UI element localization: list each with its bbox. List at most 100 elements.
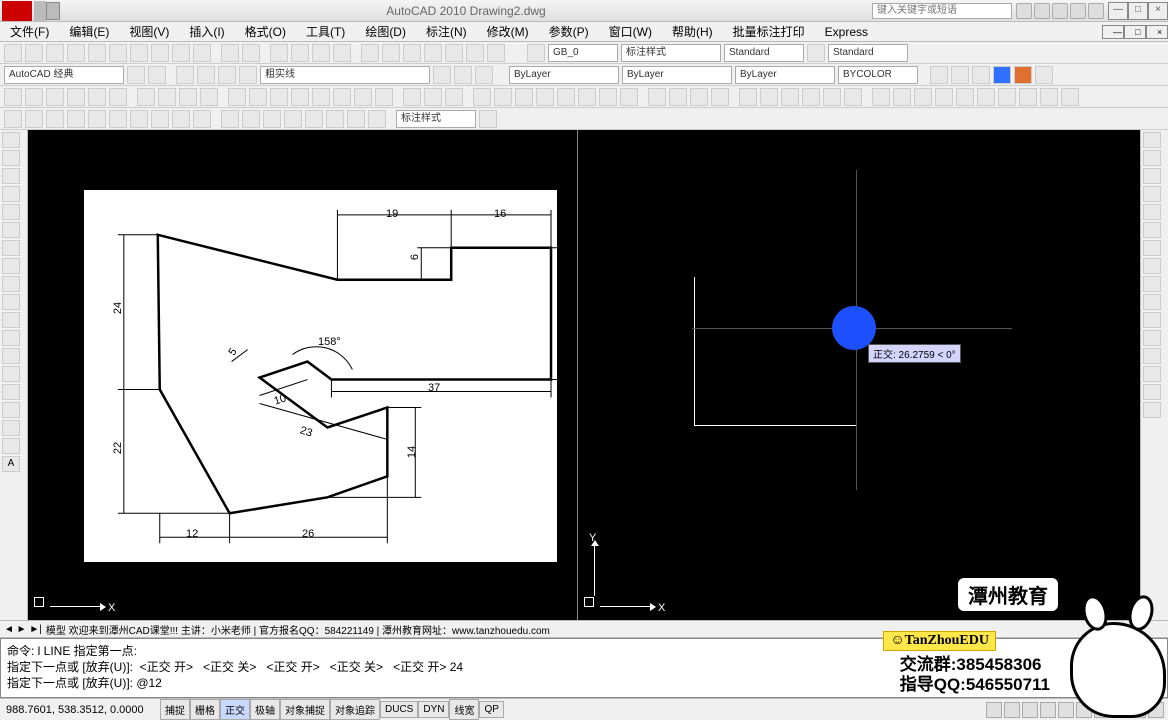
pan-btn[interactable]: [270, 44, 288, 62]
menu-window[interactable]: 窗口(W): [599, 23, 662, 40]
d7[interactable]: [354, 88, 372, 106]
menu-batch[interactable]: 批量标注打印: [723, 23, 815, 40]
mtext-tool[interactable]: A: [2, 456, 20, 472]
linetype-drop[interactable]: ByLayer: [622, 66, 732, 84]
tp-btn[interactable]: [403, 44, 421, 62]
region-tool[interactable]: [2, 420, 20, 436]
p1[interactable]: [4, 88, 22, 106]
layer-off-btn[interactable]: [239, 66, 257, 84]
preview-btn[interactable]: [88, 44, 106, 62]
dimstyle-drop[interactable]: 标注样式: [396, 110, 476, 128]
e6[interactable]: [760, 88, 778, 106]
p3[interactable]: [46, 88, 64, 106]
dim-edit[interactable]: [347, 110, 365, 128]
viewport-left[interactable]: 19 16 6 24 21 158° 5 10 37 23 14 22 12 2…: [28, 130, 578, 620]
p5[interactable]: [88, 88, 106, 106]
paste-btn[interactable]: [172, 44, 190, 62]
cut-btn[interactable]: [130, 44, 148, 62]
mleader-btn[interactable]: [807, 44, 825, 62]
layer-prev-btn[interactable]: [454, 66, 472, 84]
ann-scale-btn[interactable]: [1040, 702, 1056, 718]
layer-iso-btn[interactable]: [197, 66, 215, 84]
e8[interactable]: [802, 88, 820, 106]
scale-tool[interactable]: [1143, 258, 1161, 274]
grid-toggle[interactable]: 栅格: [190, 699, 220, 720]
table-style-drop[interactable]: Standard: [724, 44, 804, 62]
revcloud-tool[interactable]: [2, 258, 20, 274]
menu-express[interactable]: Express: [815, 25, 878, 39]
help-btn[interactable]: [1088, 3, 1104, 19]
bycolor-drop[interactable]: BYCOLOR: [838, 66, 918, 84]
d8[interactable]: [375, 88, 393, 106]
menu-tools[interactable]: 工具(T): [296, 23, 355, 40]
polar-toggle[interactable]: 极轴: [250, 699, 280, 720]
e10[interactable]: [844, 88, 862, 106]
copy-tool[interactable]: [1143, 150, 1161, 166]
copy-btn[interactable]: [151, 44, 169, 62]
point-tool[interactable]: [2, 366, 20, 382]
vp1-btn[interactable]: [930, 66, 948, 84]
vp3-btn[interactable]: [972, 66, 990, 84]
f4[interactable]: [935, 88, 953, 106]
join-tool[interactable]: [1143, 348, 1161, 364]
snap-toggle[interactable]: 捕捉: [160, 699, 190, 720]
f5[interactable]: [956, 88, 974, 106]
workspace-drop[interactable]: AutoCAD 经典: [4, 66, 124, 84]
f9[interactable]: [1040, 88, 1058, 106]
layer-freeze-btn[interactable]: [218, 66, 236, 84]
e1[interactable]: [648, 88, 666, 106]
p4[interactable]: [67, 88, 85, 106]
textstyle-btn[interactable]: [527, 44, 545, 62]
d9[interactable]: [403, 88, 421, 106]
f2[interactable]: [893, 88, 911, 106]
ortho-toggle[interactable]: 正交: [220, 699, 250, 720]
dim-dia[interactable]: [109, 110, 127, 128]
dim-insp[interactable]: [305, 110, 323, 128]
dim-jog[interactable]: [326, 110, 344, 128]
f3[interactable]: [914, 88, 932, 106]
xline-tool[interactable]: [2, 150, 20, 166]
quickview-btn[interactable]: [1004, 702, 1020, 718]
chamfer-tool[interactable]: [1143, 366, 1161, 382]
explode-tool[interactable]: [1143, 402, 1161, 418]
p9[interactable]: [179, 88, 197, 106]
zoom-rt-btn[interactable]: [291, 44, 309, 62]
erase-tool[interactable]: [1143, 132, 1161, 148]
mdi-minimize[interactable]: —: [1102, 25, 1124, 39]
minimize-button[interactable]: —: [1108, 2, 1128, 20]
e9[interactable]: [823, 88, 841, 106]
e7[interactable]: [781, 88, 799, 106]
app-logo[interactable]: [2, 1, 32, 21]
rect-tool[interactable]: [2, 204, 20, 220]
otrack-toggle[interactable]: 对象追踪: [330, 699, 380, 720]
insert-tool[interactable]: [2, 330, 20, 346]
ellipse-tool[interactable]: [2, 294, 20, 310]
menu-param[interactable]: 参数(P): [539, 23, 599, 40]
ws-settings-btn[interactable]: [127, 66, 145, 84]
dim-style-drop[interactable]: 标注样式: [621, 44, 721, 62]
s3[interactable]: [515, 88, 533, 106]
viewports[interactable]: 19 16 6 24 21 158° 5 10 37 23 14 22 12 2…: [28, 130, 1140, 620]
stretch-tool[interactable]: [1143, 276, 1161, 292]
hatch-tool[interactable]: [2, 384, 20, 400]
dim-tol[interactable]: [263, 110, 281, 128]
vp6-btn[interactable]: [1035, 66, 1053, 84]
qat-dropdown[interactable]: [46, 2, 60, 20]
maximize-button[interactable]: □: [1128, 2, 1148, 20]
match-btn[interactable]: [193, 44, 211, 62]
lwt-toggle[interactable]: 线宽: [449, 699, 479, 720]
f6[interactable]: [977, 88, 995, 106]
dim-space[interactable]: [221, 110, 239, 128]
mleader-style-drop[interactable]: Standard: [828, 44, 908, 62]
vp2-btn[interactable]: [951, 66, 969, 84]
dim-update[interactable]: [479, 110, 497, 128]
d10[interactable]: [424, 88, 442, 106]
dim-rad[interactable]: [88, 110, 106, 128]
dim-linear[interactable]: [4, 110, 22, 128]
trim-tool[interactable]: [1143, 294, 1161, 310]
text-style-drop[interactable]: GB_0: [548, 44, 618, 62]
move-tool[interactable]: [1143, 222, 1161, 238]
layer-match-btn[interactable]: [433, 66, 451, 84]
menu-modify[interactable]: 修改(M): [477, 23, 539, 40]
s6[interactable]: [578, 88, 596, 106]
